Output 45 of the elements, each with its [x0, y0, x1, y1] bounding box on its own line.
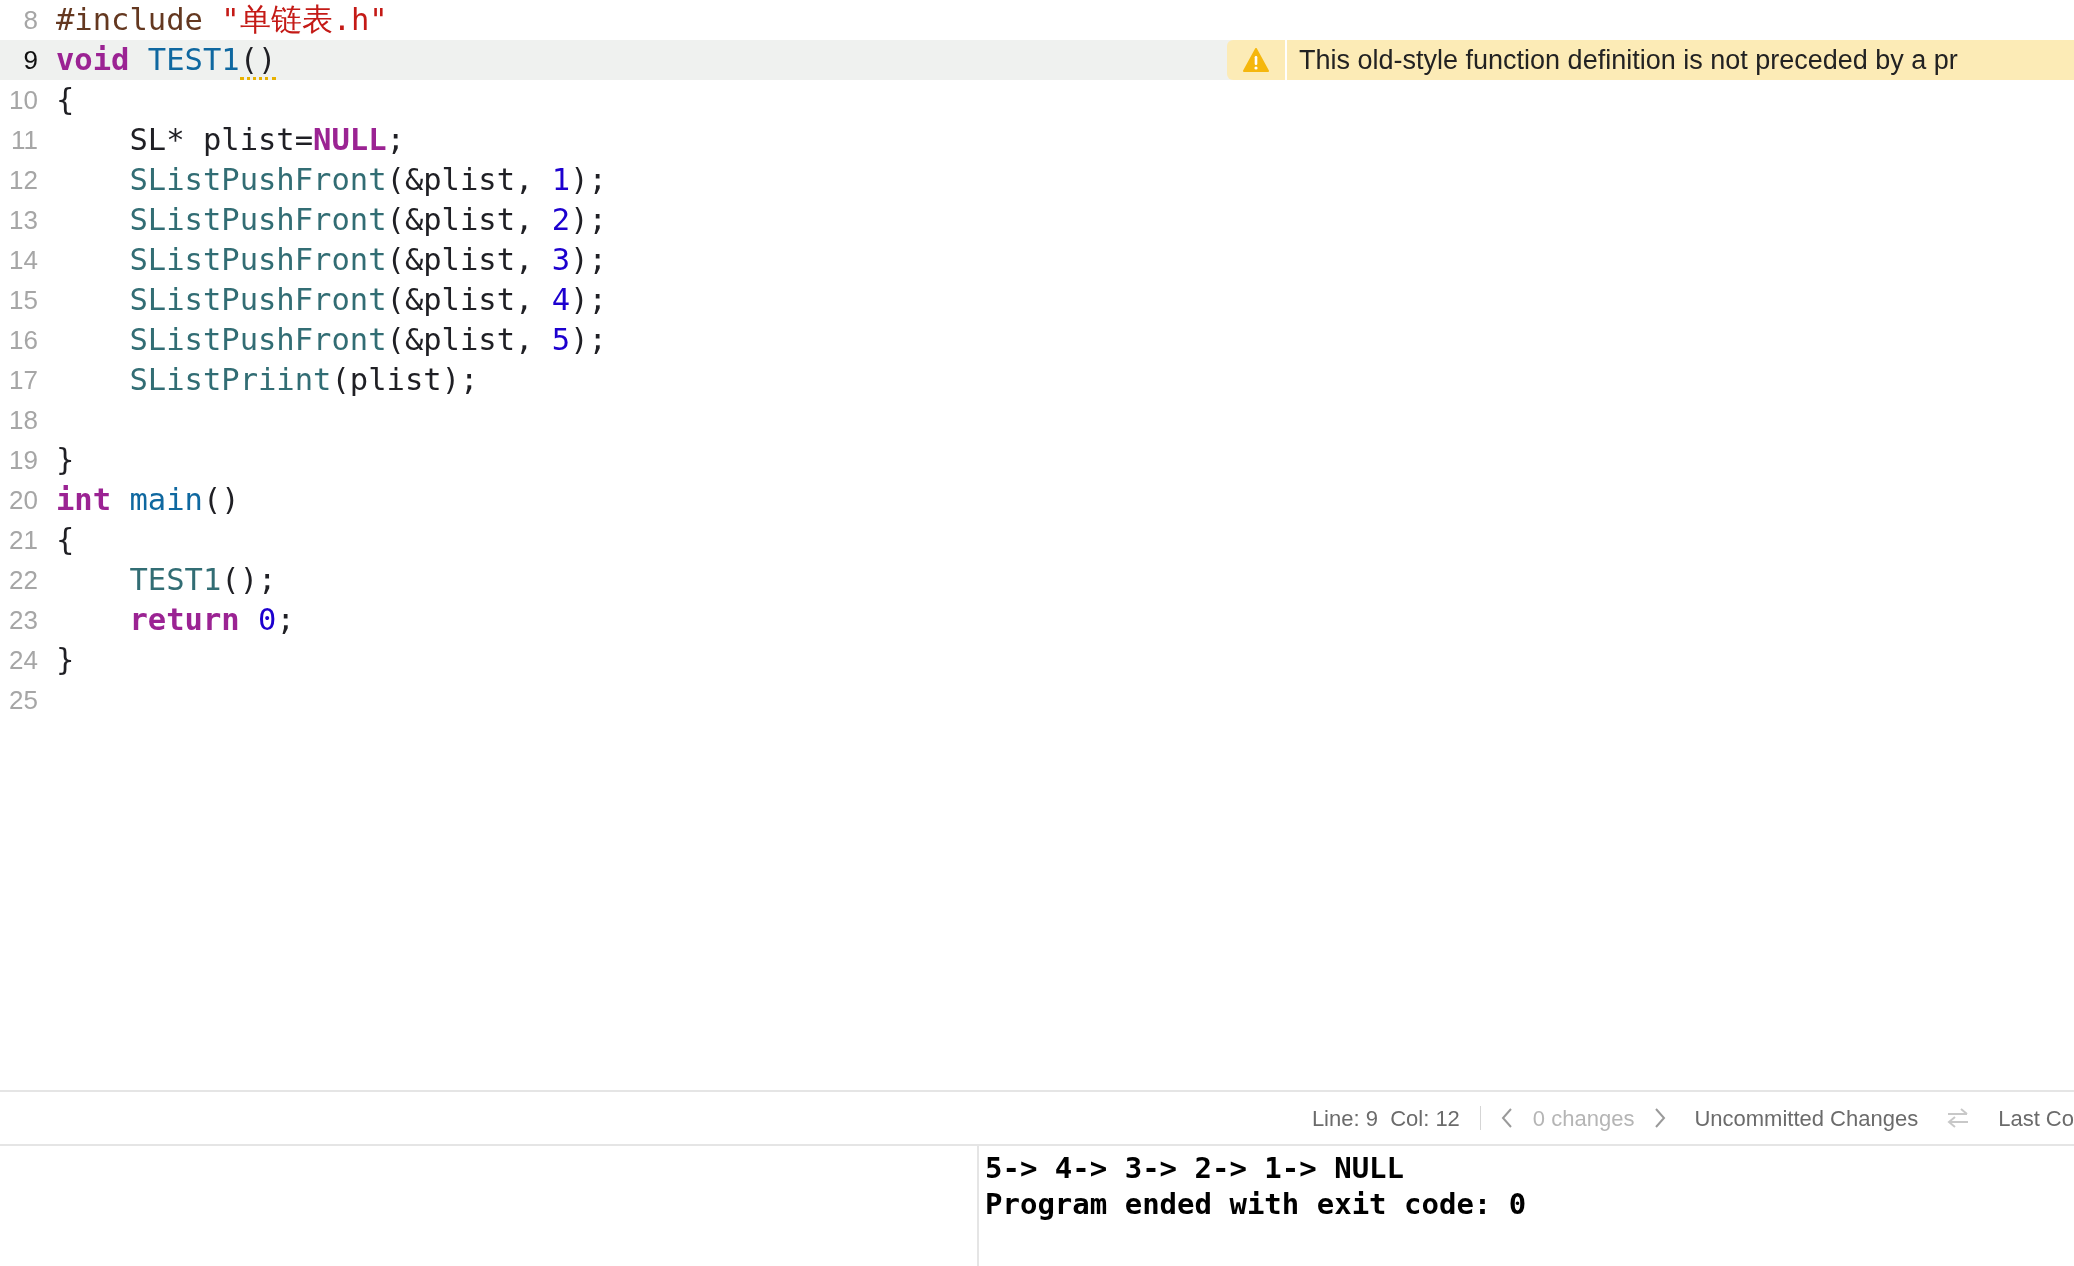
code-line: {: [56, 521, 75, 560]
line-number: 8: [22, 3, 39, 37]
line-number: 11: [10, 123, 39, 157]
line-number: 13: [8, 203, 39, 237]
code-line: #include "单链表.h": [56, 1, 388, 40]
line-number: 18: [8, 403, 39, 437]
line-number: 12: [8, 163, 39, 197]
line-number: 24: [8, 643, 39, 677]
line-number: 22: [8, 563, 39, 597]
code-line: }: [56, 441, 75, 480]
code-line: SL* plist=NULL;: [128, 121, 405, 160]
line-number: 21: [8, 523, 39, 557]
code-line: SListPriint(plist);: [128, 361, 479, 400]
code-line: SListPushFront(&plist, 2);: [128, 201, 607, 240]
previous-change-icon[interactable]: [1500, 1107, 1513, 1129]
line-number: 9: [22, 43, 39, 77]
changes-count: 0 changes: [1532, 1104, 1635, 1133]
code-line: TEST1();: [128, 561, 277, 600]
line-number: 10: [8, 83, 39, 117]
warning-icon: [1243, 48, 1269, 72]
code-line: SListPushFront(&plist, 1);: [128, 161, 607, 200]
warning-message: This old-style function definition is not preceded by a pr: [1298, 43, 1958, 77]
console-output: 5-> 4-> 3-> 2-> 1-> NULL: [985, 1150, 1406, 1186]
cursor-position: Line: 9 Col: 12: [1311, 1104, 1460, 1133]
line-number: 20: [8, 483, 39, 517]
last-commit-label: Last Co: [1998, 1104, 2074, 1133]
code-line: SListPushFront(&plist, 5);: [128, 321, 607, 360]
line-number: 25: [8, 683, 39, 717]
source-control-status[interactable]: Uncommitted Changes: [1694, 1101, 1919, 1135]
code-line: SListPushFront(&plist, 3);: [128, 241, 607, 280]
line-number: 23: [8, 603, 39, 637]
next-change-icon[interactable]: [1654, 1107, 1667, 1129]
code-line: void TEST1(): [56, 37, 277, 83]
console-output: Program ended with exit code: 0: [985, 1186, 1527, 1222]
line-number: 16: [8, 323, 39, 357]
line-number: 19: [8, 443, 39, 477]
code-line: int main(): [56, 481, 240, 520]
code-line: }: [56, 641, 75, 680]
code-line: SListPushFront(&plist, 4);: [128, 281, 607, 320]
code-line: return 0;: [128, 601, 295, 640]
line-number: 14: [8, 243, 39, 277]
swap-arrows-icon[interactable]: [1946, 1107, 1971, 1129]
line-number: 15: [8, 283, 39, 317]
line-number: 17: [8, 363, 39, 397]
code-line: {: [56, 81, 75, 120]
